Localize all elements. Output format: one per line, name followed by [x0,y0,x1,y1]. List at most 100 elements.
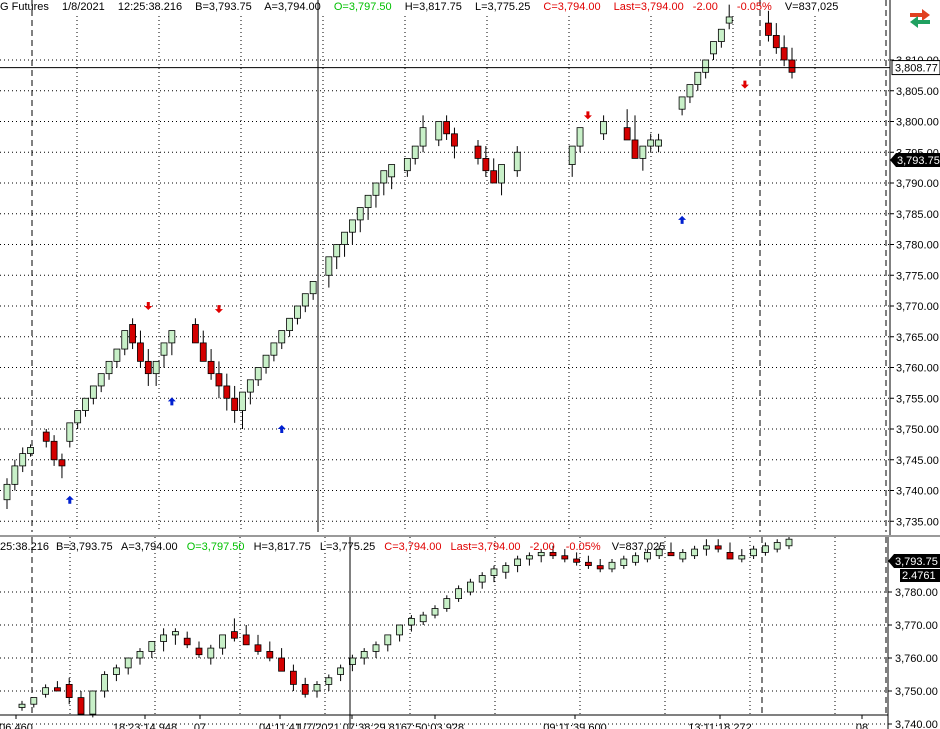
price-tick-label: 3,740.00 [895,719,938,729]
candle-up [678,96,686,110]
candle-down [242,634,250,646]
sell-arrow-icon [144,302,153,310]
candle-up [455,588,463,600]
signal-arrows [65,80,749,504]
top-chart-pane[interactable]: G Futures 1/8/2021 12:25:38.216 B=3,793.… [0,0,940,535]
candle-down [289,670,297,685]
candle-down [623,127,631,141]
grid-lines [0,0,890,532]
candle-up [341,231,348,245]
symbol-title: G Futures [0,1,49,13]
sell-arrow-icon [583,111,592,120]
candle-up [403,157,411,172]
candle-up [27,447,34,455]
bottom-chart-pane[interactable]: 25:38.216 B=3,793.75 A=3,794.00 O=3,797.… [0,537,940,729]
time-tick-label: 08 [856,722,868,729]
price-tick-label: 3,740.00 [896,486,939,498]
candle-down [780,47,788,61]
candle-up [686,84,694,98]
price-tick-label: 3,770.00 [895,620,938,632]
candle-down [191,324,199,344]
candle-up [19,453,27,467]
candle-up [74,410,82,424]
candles [3,4,796,509]
candle-down [451,133,458,147]
candle-up [313,683,321,692]
candle-up [526,555,533,560]
bottom-price-chart[interactable]: 3,780.00 3,770.00 3,760.00 3,750.00 3,740.00… [0,537,940,729]
candle-up [160,342,168,356]
time-tick-label: 1/7/2021 07:38:29.816 [297,722,407,729]
sell-arrow-icon [740,80,749,89]
price-tick-label: 3,790.00 [896,178,939,190]
candle-up [30,697,38,705]
candle-up [171,631,179,636]
candle-up [356,207,364,221]
candle-down [573,558,580,563]
candle-up [3,483,11,501]
info-low: L=3,775.25 [319,541,376,553]
candle-up [168,330,176,344]
price-tick-label: 3,750.00 [895,686,938,698]
candle-up [294,305,301,319]
buy-arrow-icon [277,425,286,433]
candle-up [717,28,725,42]
last-price-label: 3,793.75 [897,155,940,167]
candle-down [183,637,191,646]
candle-down [129,324,137,344]
candle-up [42,687,49,695]
candle-down [490,170,498,184]
candle-down [65,683,73,698]
candle-down [474,145,482,159]
candle-up [325,677,333,685]
candle-up [620,558,628,566]
price-tick-label: 3,750.00 [896,424,939,436]
candle-up [89,690,97,715]
candle-down [230,631,238,639]
price-tick-label: 3,785.00 [896,209,939,221]
buy-arrow-icon [678,215,687,224]
info-open: O=3,797.50 [186,541,245,553]
candle-up [380,170,388,184]
candle-up [333,244,341,258]
sync-arrows-icon[interactable] [906,8,934,30]
candle-up [478,575,486,583]
buy-arrow-icon [167,397,176,406]
candle-down [58,459,66,467]
info-bid: B=3,793.75 [195,1,252,13]
last-price-label: 3,793.75 [895,556,938,568]
candle-down [207,360,215,375]
price-tick-label: 3,800.00 [896,117,939,129]
top-price-chart[interactable]: 3,810.003,805.003,800.003,795.003,790.00… [0,0,940,535]
grid-lines [0,537,888,725]
candle-up [407,618,415,626]
info-close: C=3,794.00 [384,541,442,553]
candle-up [694,71,702,86]
candle-up [655,139,662,147]
time-tick-label: 06.460 [0,722,33,729]
time-tick-label: 7:50:03.928 [406,722,464,729]
candle-up [738,555,746,560]
candle-up [639,145,647,159]
candle-up [136,651,144,659]
candle-up [608,561,616,570]
price-tick-label: 3,760.00 [896,363,939,375]
candle-up [348,219,356,233]
price-tick-label: 3,805.00 [896,86,939,98]
info-change: -2.00 [529,541,555,553]
candle-up [18,703,26,708]
price-tick-label: 3,770.00 [896,301,939,313]
candle-up [466,581,474,593]
candle-up [411,145,419,159]
candle-up [396,624,404,636]
candle-up [337,667,345,675]
info-ask: A=3,794.00 [264,1,321,13]
info-change-pct: -0.05% [565,541,601,553]
candle-down [254,644,262,652]
candle-down [231,397,239,411]
candle-up [105,360,113,375]
time-tick-label: 04:11:41 [259,722,301,729]
candle-up [207,647,215,659]
candle-down [631,139,639,159]
price-tick-label: 3,775.00 [896,270,939,282]
